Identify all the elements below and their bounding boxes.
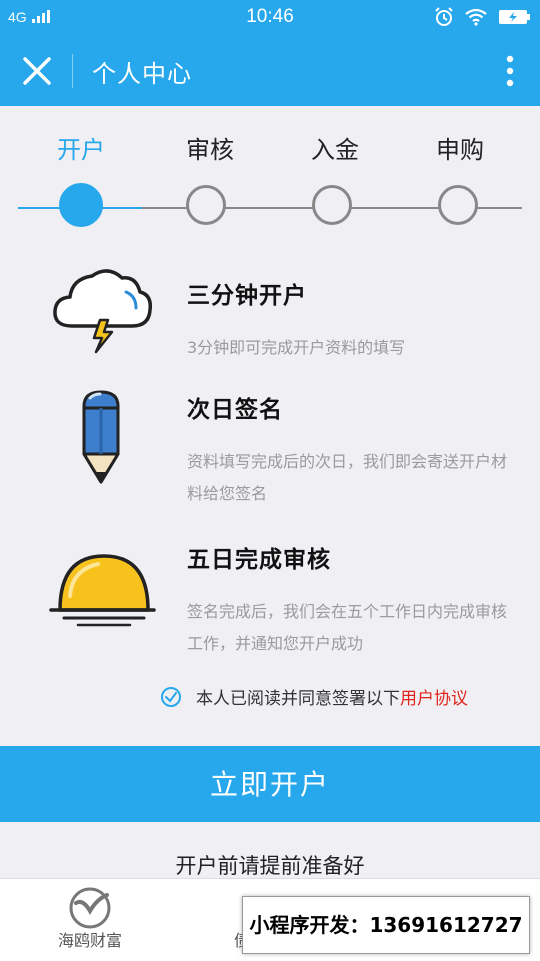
step-label-subscribe: 申购 (436, 136, 484, 164)
preparation-heading: 开户前请提前准备好 (175, 854, 365, 878)
title-divider (72, 54, 73, 88)
check-circle-icon[interactable] (160, 686, 182, 708)
title-bar: 个人中心 (0, 36, 540, 106)
feature-description: 签名完成后，我们会在五个工作日内完成审核工作，并通知您开户成功 (187, 602, 508, 653)
step-label-review: 审核 (186, 136, 234, 164)
step-dot-subscribe (438, 185, 478, 225)
feature-description: 3分钟即可完成开户资料的填写 (187, 338, 406, 357)
step-label-deposit: 入金 (311, 136, 359, 164)
alarm-icon (435, 7, 453, 26)
cloud-lightning-icon (53, 269, 153, 354)
watermark-banner: 小程序开发：13691612727 (242, 896, 530, 954)
feature-title: 三分钟开户 (187, 283, 307, 309)
feature-title: 五日完成审核 (187, 547, 331, 573)
step-dot-deposit (312, 185, 352, 225)
feature-title: 次日签名 (187, 397, 283, 423)
seagull-logo-icon (69, 887, 111, 929)
tab-label: 海鸥财富 (57, 931, 122, 950)
agreement-row: 本人已阅读并同意签署以下 用户协议 (160, 684, 468, 709)
wifi-icon (465, 8, 487, 26)
feature-description: 资料填写完成后的次日，我们即会寄送开户材料给您签名 (187, 452, 508, 503)
user-agreement-link[interactable]: 用户协议 (400, 684, 468, 709)
more-options-icon[interactable] (504, 54, 516, 88)
step-dot-open-account (59, 183, 103, 227)
close-icon[interactable] (20, 54, 54, 88)
battery-icon (499, 10, 530, 24)
sunset-icon (49, 554, 156, 627)
status-bar: 4G 10:46 (0, 0, 540, 36)
step-label-open-account: 开户 (57, 136, 105, 164)
tab-home[interactable]: 海鸥财富 (20, 879, 160, 961)
agreement-text: 本人已阅读并同意签署以下 (196, 689, 400, 709)
pencil-icon (82, 390, 120, 484)
page-title: 个人中心 (92, 60, 192, 88)
open-account-button[interactable]: 立即开户 (0, 746, 540, 822)
step-dot-review (186, 185, 226, 225)
